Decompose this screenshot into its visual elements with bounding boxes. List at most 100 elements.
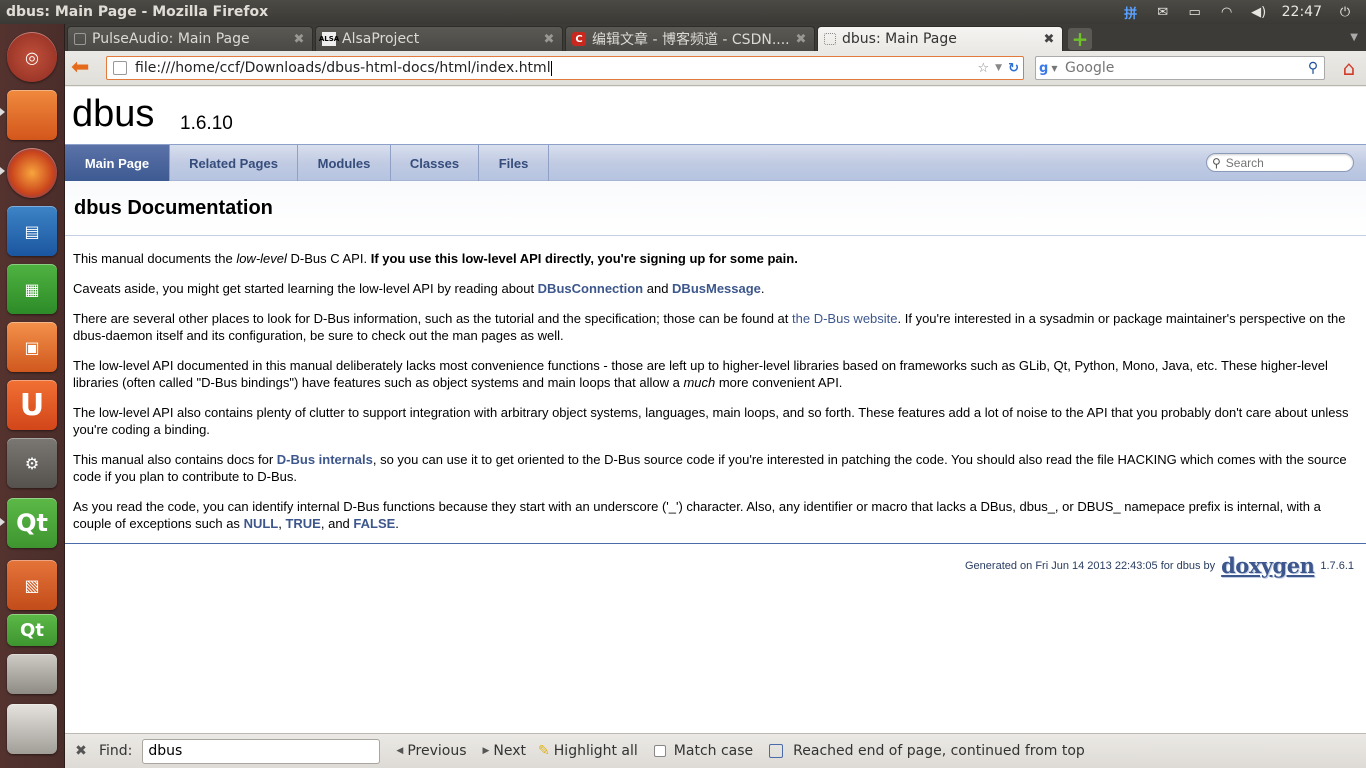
paragraph: As you read the code, you can identify i… (73, 499, 1321, 531)
ubuntu-one-icon[interactable]: U (7, 380, 57, 430)
dbus-website-link[interactable]: the D-Bus website (792, 311, 898, 326)
google-engine-icon[interactable]: g ▼ (1039, 59, 1059, 77)
back-button[interactable]: ⬅ (71, 57, 97, 81)
bookmark-star-icon[interactable]: ☆ (978, 61, 990, 76)
clock[interactable]: 22:47 (1282, 4, 1322, 20)
find-status: Reached end of page, continued from top (769, 743, 1085, 759)
tab-csdn[interactable]: C 编辑文章 - 博客频道 - CSDN.... ✖ (565, 26, 815, 51)
find-previous-button[interactable]: ◀ Previous (396, 743, 466, 759)
paragraph: The low-level API also contains plenty o… (73, 405, 1349, 437)
page-icon (113, 61, 127, 75)
close-icon[interactable]: ✖ (542, 32, 556, 47)
trash-icon[interactable] (7, 704, 57, 754)
highlighter-icon: ✎ (538, 743, 550, 759)
writer-icon[interactable]: ▤ (7, 206, 57, 256)
workspaces-icon[interactable] (7, 654, 57, 694)
launcher-indicator (0, 108, 5, 116)
home-button[interactable]: ⌂ (1337, 56, 1361, 80)
tab-label: 编辑文章 - 博客频道 - CSDN.... (592, 32, 790, 48)
ubuntu-dash-icon[interactable]: ◎ (7, 32, 57, 82)
qt-assistant-icon[interactable]: Qt (7, 614, 57, 646)
power-icon[interactable]: ⏻ (1336, 4, 1354, 20)
close-icon[interactable]: ✖ (1042, 32, 1056, 47)
web-search-input[interactable] (1059, 60, 1302, 76)
tab-bar: PulseAudio: Main Page ✖ ALSA AlsaProject… (65, 24, 1366, 51)
system-settings-icon[interactable]: ⚙ (7, 438, 57, 488)
doc-footer: Generated on Fri Jun 14 2013 22:43:05 fo… (965, 553, 1354, 578)
find-next-button[interactable]: ▶ Next (483, 743, 527, 759)
close-icon[interactable]: ✖ (67, 743, 95, 759)
dbusconnection-link[interactable]: DBusConnection (538, 281, 643, 296)
paragraph: This manual documents the low-level D-Bu… (73, 251, 798, 266)
page-content: dbus 1.6.10 Main Page Related Pages Modu… (65, 87, 1366, 733)
tab-pulseaudio[interactable]: PulseAudio: Main Page ✖ (67, 26, 313, 51)
project-number: 1.6.10 (180, 113, 233, 134)
doc-nav-tabs: Main Page Related Pages Modules Classes … (65, 144, 1366, 181)
nav-bar: ⬅ file:///home/ccf/Downloads/dbus-html-d… (65, 51, 1366, 86)
launcher-indicator (0, 518, 5, 526)
tab-label: PulseAudio: Main Page (92, 31, 250, 47)
tab-related-pages[interactable]: Related Pages (170, 145, 298, 181)
volume-icon[interactable]: ◀) (1250, 4, 1268, 20)
doc-search-input[interactable] (1225, 155, 1336, 170)
web-search-bar[interactable]: g▼ ⚲ (1035, 56, 1325, 80)
tab-files[interactable]: Files (479, 145, 549, 181)
system-tray: 拼 ✉ ▭ ◠ ◀) 22:47 ⏻ (1122, 4, 1366, 22)
find-bar: ✖ Find: ◀Previous ▶Next ✎Highlight all M… (65, 733, 1366, 768)
battery-icon[interactable]: ▭ (1186, 4, 1204, 20)
next-arrow-icon: ▶ (482, 746, 490, 756)
history-dropdown-icon[interactable]: ▼ (995, 63, 1002, 73)
footer-divider (65, 543, 1366, 544)
qt-creator-icon[interactable]: Qt (7, 498, 57, 548)
csdn-favicon-icon: C (572, 32, 586, 46)
close-icon[interactable]: ✖ (292, 32, 306, 47)
page-icon (824, 33, 836, 45)
find-input[interactable] (142, 738, 381, 764)
top-panel: dbus: Main Page - Mozilla Firefox 拼 ✉ ▭ … (0, 0, 1366, 24)
tab-classes[interactable]: Classes (391, 145, 479, 181)
paragraph: Caveats aside, you might get started lea… (73, 281, 765, 296)
impress-icon[interactable]: ▧ (7, 560, 57, 610)
doc-title-bar: dbus Documentation (65, 181, 1366, 236)
mail-icon[interactable]: ✉ (1154, 4, 1172, 20)
firefox-icon[interactable] (7, 148, 57, 198)
tab-list-icon[interactable]: ▼ (1350, 32, 1358, 43)
tab-main-page[interactable]: Main Page (65, 145, 170, 181)
doc-search-box[interactable]: ⚲ (1206, 153, 1354, 172)
close-icon[interactable]: ✖ (794, 32, 808, 47)
tab-modules[interactable]: Modules (298, 145, 391, 181)
doc-body: This manual documents the low-level D-Bu… (73, 250, 1359, 545)
dbus-internals-link[interactable]: D-Bus internals (277, 452, 373, 467)
browser-window: PulseAudio: Main Page ✖ ALSA AlsaProject… (65, 24, 1366, 768)
previous-arrow-icon: ◀ (396, 746, 404, 756)
search-icon[interactable]: ⚲ (1212, 156, 1221, 170)
url-text[interactable]: file:///home/ccf/Downloads/dbus-html-doc… (135, 60, 551, 76)
search-icon[interactable]: ⚲ (1302, 60, 1324, 76)
project-name: dbus (72, 93, 155, 135)
launcher-indicator (0, 167, 5, 175)
dbusmessage-link[interactable]: DBusMessage (672, 281, 761, 296)
launcher: ◎ ▤ ▦ ▣ U ⚙ Qt ▧ Qt (0, 24, 65, 768)
tab-dbus[interactable]: dbus: Main Page ✖ (817, 26, 1063, 51)
paragraph: There are several other places to look f… (73, 311, 1346, 343)
tab-alsaproject[interactable]: ALSA AlsaProject ✖ (315, 26, 563, 51)
wrapped-icon (769, 744, 784, 758)
true-link[interactable]: TRUE (285, 516, 320, 531)
wifi-icon[interactable]: ◠ (1218, 4, 1236, 20)
generated-text: Generated on Fri Jun 14 2013 22:43:05 fo… (965, 559, 1216, 572)
software-center-icon[interactable]: ▣ (7, 322, 57, 372)
false-link[interactable]: FALSE (353, 516, 395, 531)
null-link[interactable]: NULL (244, 516, 279, 531)
calc-icon[interactable]: ▦ (7, 264, 57, 314)
match-case-checkbox[interactable]: Match case (653, 743, 753, 759)
url-bar[interactable]: file:///home/ccf/Downloads/dbus-html-doc… (106, 56, 1024, 80)
page-icon (74, 33, 86, 45)
reload-icon[interactable]: ↻ (1008, 61, 1019, 76)
files-icon[interactable] (7, 90, 57, 140)
alsa-favicon-icon: ALSA (319, 32, 339, 46)
new-tab-button[interactable]: + (1068, 27, 1092, 51)
highlight-all-button[interactable]: ✎ Highlight all (538, 743, 638, 759)
paragraph: This manual also contains docs for D-Bus… (73, 452, 1347, 484)
input-method-icon[interactable]: 拼 (1122, 4, 1140, 22)
doxygen-logo[interactable]: doxygen (1221, 553, 1315, 578)
